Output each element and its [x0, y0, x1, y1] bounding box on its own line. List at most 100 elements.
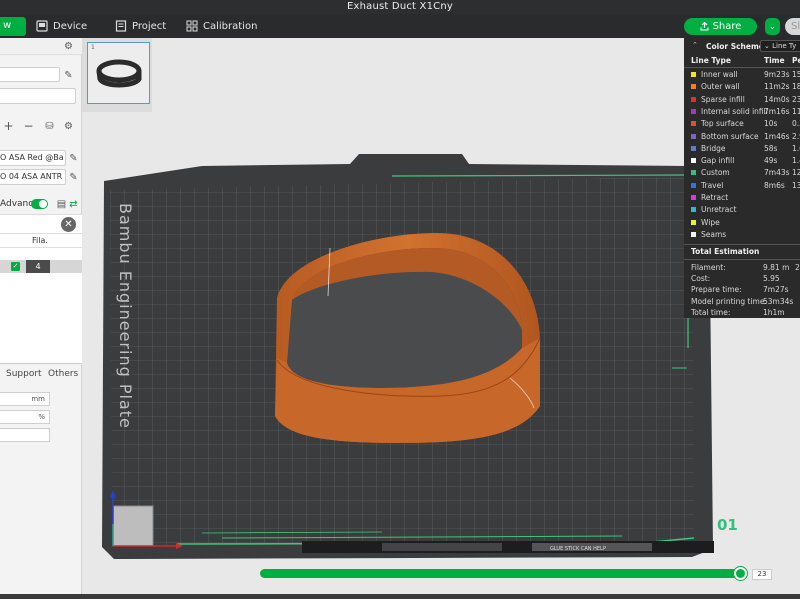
legend-percent: 11	[792, 106, 800, 116]
total-estimation-title: Total Estimation	[691, 247, 760, 256]
slice-plate-button[interactable]: Sl	[785, 18, 800, 35]
filament-slot-1[interactable]: O ASA Red @Ba	[0, 150, 66, 166]
sync-icon[interactable]: ⇄	[68, 199, 79, 210]
legend-percent: 13	[792, 180, 800, 190]
col-line-type: Line Type	[691, 56, 731, 65]
layer-slider-handle[interactable]	[734, 567, 747, 580]
legend-swatch	[691, 182, 696, 188]
estimation-row: Model printing time: 53m34s	[684, 296, 800, 308]
estimation-row: Cost: 5.95	[684, 273, 800, 285]
legend-percent: 0.3	[792, 119, 800, 129]
estimation-key: Total time:	[691, 307, 731, 317]
legend-line-type: Sparse infill	[701, 94, 745, 104]
menu-bar: w Device Project Calibration Share ⌄ Sl	[0, 14, 800, 38]
filament-settings-gear-icon[interactable]: ⚙	[63, 121, 74, 132]
share-dropdown-button[interactable]: ⌄	[765, 18, 780, 35]
legend-line-type: Bottom surface	[701, 131, 759, 141]
object-list: Fila. ✓ 4	[0, 234, 82, 364]
filament-slot-2[interactable]: O 04 ASA ANTR	[0, 169, 66, 185]
object-row[interactable]: ✓ 4	[0, 260, 82, 273]
legend-time: 7m43s	[764, 168, 790, 178]
legend-separator	[684, 67, 800, 68]
tab-others[interactable]: Others	[48, 369, 78, 379]
chevron-down-icon: ⌄	[764, 42, 773, 50]
legend-swatch	[691, 133, 696, 139]
legend-header[interactable]: ⌃ Color Scheme ⌄ Line Ty	[684, 38, 800, 54]
tab-prepare[interactable]: w	[0, 17, 26, 36]
add-filament-icon[interactable]: +	[3, 120, 14, 132]
color-scheme-legend: ⌃ Color Scheme ⌄ Line Ty Line Type Time …	[684, 38, 800, 318]
legend-time: 11m2s	[764, 82, 790, 92]
remove-filament-icon[interactable]: −	[23, 120, 34, 132]
legend-row: Wipe	[684, 217, 800, 229]
estimation-value: 9.81 m	[763, 263, 790, 272]
gear-icon[interactable]: ⚙	[63, 41, 74, 52]
legend-swatch	[691, 84, 696, 90]
compare-icon[interactable]: ▤	[56, 199, 67, 210]
taskbar	[0, 594, 800, 599]
estimation-key: Cost:	[691, 274, 711, 284]
legend-line-type: Bridge	[701, 143, 726, 153]
tab-calibration[interactable]: Calibration	[186, 19, 257, 33]
legend-row: Sparse infill 14m0s 23	[684, 94, 800, 106]
ams-sync-icon[interactable]: ⛁	[44, 121, 55, 132]
device-icon	[36, 20, 48, 32]
legend-line-type: Inner wall	[701, 70, 738, 79]
tab-project[interactable]: Project	[115, 19, 166, 33]
estimation-row: Prepare time: 7m27s	[684, 284, 800, 296]
window-title: Exhaust Duct X1Cny	[346, 1, 454, 12]
edit-filament-icon[interactable]: ✎	[68, 172, 79, 183]
legend-row: Unretract	[684, 204, 800, 216]
legend-separator	[684, 259, 800, 260]
edit-icon[interactable]: ✎	[63, 70, 74, 81]
settings-input[interactable]	[0, 428, 50, 442]
legend-row: Retract	[684, 192, 800, 204]
layer-height-input[interactable]: mm	[0, 392, 50, 406]
legend-time: 8m6s	[764, 180, 785, 190]
clear-search-icon[interactable]: ✕	[61, 217, 76, 232]
legend-row: Travel 8m6s 13	[684, 180, 800, 192]
edit-filament-icon[interactable]: ✎	[68, 153, 79, 164]
col-time: Time	[764, 56, 785, 65]
legend-swatch	[691, 108, 696, 114]
exhaust-duct-model	[275, 233, 541, 443]
legend-time: 14m0s	[764, 94, 790, 104]
fila-column-header: Fila.	[32, 236, 48, 245]
legend-percent: 2.9	[792, 131, 800, 141]
infill-density-input[interactable]: %	[0, 410, 50, 424]
object-filament-index[interactable]: 4	[26, 260, 50, 273]
printer-select[interactable]	[0, 67, 60, 82]
legend-title: Color Scheme	[706, 42, 764, 51]
plate-type-select[interactable]	[0, 88, 76, 104]
legend-swatch	[691, 72, 696, 77]
plate-thumbnail[interactable]: 1	[87, 42, 150, 104]
legend-row: Outer wall 11m2s 18	[684, 81, 800, 93]
share-button[interactable]: Share	[684, 18, 757, 35]
plate-thumbnail-strip: 1	[82, 38, 152, 112]
estimation-row: Filament: 9.81 m 2	[684, 262, 800, 274]
plate-corner-marker	[112, 505, 154, 547]
estimation-row: Total time: 1h1m	[684, 307, 800, 319]
legend-row: Inner wall 9m23s 15	[684, 69, 800, 81]
estimation-value: 7m27s	[763, 285, 789, 295]
chevron-up-icon[interactable]: ⌃	[692, 41, 698, 49]
estimation-key: Filament:	[691, 263, 726, 272]
tab-support[interactable]: Support	[6, 369, 42, 379]
tab-project-label: Project	[132, 20, 167, 32]
printer-header: ⚙	[0, 38, 82, 55]
object-search-row[interactable]: ✕	[0, 214, 82, 234]
legend-line-type: Custom	[701, 168, 730, 178]
checkbox-icon[interactable]: ✓	[11, 262, 20, 271]
layer-slider-track[interactable]	[260, 569, 746, 578]
object-list-header: Fila.	[0, 234, 82, 248]
estimation-value: 1h1m	[763, 307, 785, 317]
legend-line-type: Seams	[701, 229, 727, 239]
legend-time: 9m23s	[764, 70, 790, 79]
estimation-extra: 2	[795, 263, 800, 272]
share-icon	[700, 22, 709, 31]
color-scheme-select[interactable]: ⌄ Line Ty	[760, 40, 800, 52]
tab-device[interactable]: Device	[36, 19, 87, 33]
plate-number: 01	[717, 516, 738, 534]
advance-toggle[interactable]	[31, 199, 48, 209]
legend-row: Internal solid infill 7m16s 11	[684, 106, 800, 118]
